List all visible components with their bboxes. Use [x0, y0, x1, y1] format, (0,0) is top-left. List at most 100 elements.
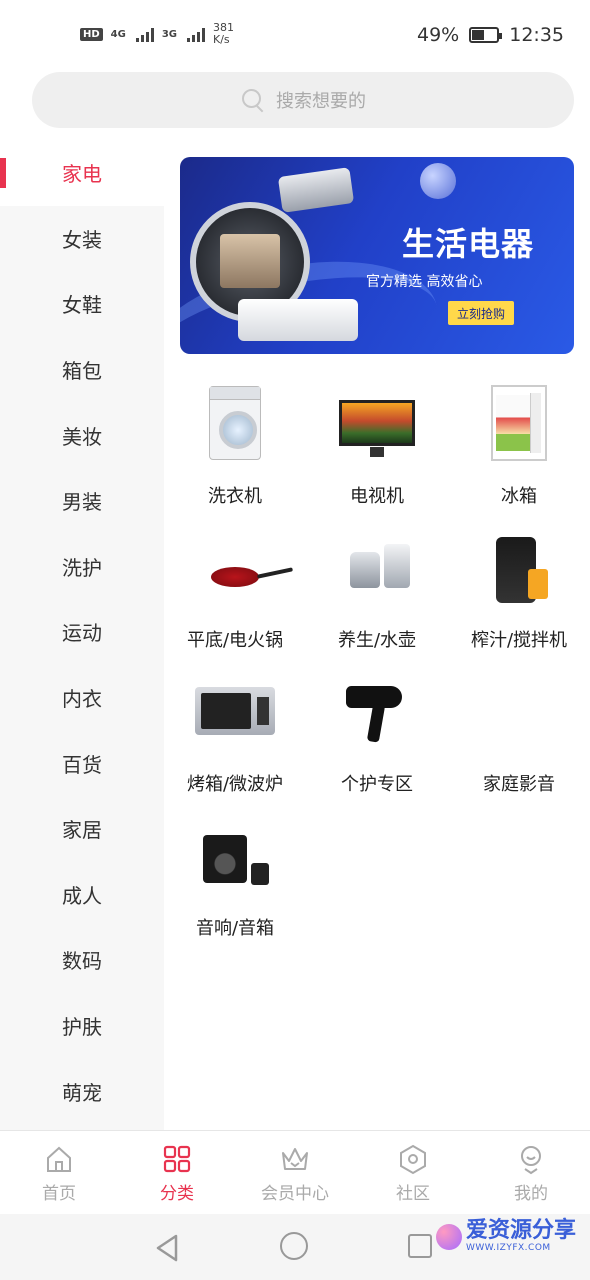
kettle-image [332, 522, 422, 612]
sidebar-item[interactable]: 数码 [0, 927, 164, 993]
watermark-logo [436, 1223, 462, 1250]
network-3g-label: 3G [161, 28, 178, 40]
banner-decoration [420, 163, 456, 199]
microwave-image [190, 666, 280, 756]
subcategory-item[interactable]: 冰箱 [448, 370, 590, 514]
system-navigation-bar: 爱资源分享 WWW.IZYFX.COM [0, 1214, 590, 1280]
subcategory-label: 冰箱 [501, 486, 537, 507]
search-placeholder: 搜索想要的 [276, 91, 366, 112]
sidebar-item[interactable]: 内衣 [0, 665, 164, 731]
network-4g-label: 4G [110, 28, 126, 40]
frying-pan-icon [211, 567, 259, 587]
subcategory-label: 榨汁/搅拌机 [470, 630, 568, 651]
microwave-icon [195, 687, 275, 735]
home-theater-image [474, 666, 564, 756]
juicer-icon [490, 527, 548, 607]
subcategory-item[interactable]: 洗衣机 [164, 370, 306, 514]
subcategory-item[interactable]: 烤箱/微波炉 [164, 658, 306, 802]
subcategory-label: 洗衣机 [208, 486, 262, 507]
tab-item[interactable]: 会员中心 [236, 1131, 354, 1214]
subcategory-item[interactable]: 电视机 [306, 370, 448, 514]
speaker-icon [195, 823, 275, 887]
sidebar-item[interactable]: 男装 [0, 468, 164, 534]
sidebar-item[interactable]: 美妆 [0, 402, 164, 468]
tab-item[interactable]: 我的 [472, 1131, 590, 1214]
network-speed-unit: K/s [213, 33, 230, 46]
subcategory-item[interactable]: 平底/电火锅 [164, 514, 306, 658]
signal-icon [135, 26, 154, 42]
grid-icon [163, 1145, 191, 1173]
sidebar-item[interactable]: 家电 [0, 140, 164, 206]
sidebar-item[interactable]: 成人 [0, 862, 164, 928]
sidebar-item[interactable]: 百货 [0, 730, 164, 796]
refrigerator-icon [491, 385, 547, 461]
tab-label: 会员中心 [261, 1184, 329, 1204]
tab-label: 分类 [160, 1184, 194, 1204]
watermark-cn: 爱资源分享 [466, 1218, 577, 1243]
recent-apps-icon[interactable] [408, 1234, 432, 1258]
juicer-image [474, 522, 564, 612]
subcategory-item[interactable]: 家庭影音 [448, 658, 590, 802]
clock: 12:35 [509, 24, 564, 46]
battery-fill [472, 30, 484, 40]
tab-label: 首页 [42, 1184, 76, 1204]
bottom-tab-bar: 首页 分类 会员中心 社区 我的 [0, 1130, 590, 1214]
signal-icon [187, 26, 206, 42]
banner-screen [220, 234, 280, 288]
subcategory-grid: 洗衣机 电视机 冰箱平底/电火锅 养生/水壶 榨汁/搅拌机烤箱/微波炉 个护专区 家庭影音音… [164, 370, 590, 946]
sidebar-item[interactable]: 箱包 [0, 337, 164, 403]
subcategory-label: 平底/电火锅 [186, 630, 284, 651]
kettle-icon [342, 538, 412, 596]
sidebar-item[interactable]: 运动 [0, 599, 164, 665]
sidebar-item[interactable]: 洗护 [0, 534, 164, 600]
promo-banner[interactable]: 生活电器 官方精选 高效省心 立刻抢购 [180, 157, 574, 354]
tab-item[interactable]: 首页 [0, 1131, 118, 1214]
search-input[interactable]: 搜索想要的 [32, 72, 574, 128]
subcategory-item[interactable]: 养生/水壶 [306, 514, 448, 658]
hair-dryer-image [332, 666, 422, 756]
hexagon-icon [400, 1144, 426, 1175]
sidebar-item[interactable]: 萌宠 [0, 1058, 164, 1124]
subcategory-label: 烤箱/微波炉 [186, 774, 284, 795]
hair-dryer-icon [346, 680, 408, 742]
banner-router-image [238, 299, 358, 341]
tab-label: 社区 [396, 1184, 430, 1204]
banner-projector-image [277, 167, 355, 213]
banner-subtitle: 官方精选 高效省心 [366, 274, 483, 290]
back-icon[interactable] [154, 1234, 180, 1262]
sidebar-item[interactable]: 家居 [0, 796, 164, 862]
television-image [332, 378, 422, 468]
sidebar-item[interactable]: 女装 [0, 206, 164, 272]
television-icon [339, 400, 415, 457]
subcategory-label: 音响/音箱 [195, 918, 275, 939]
subcategory-label: 家庭影音 [483, 774, 555, 795]
subcategory-item[interactable]: 个护专区 [306, 658, 448, 802]
subcategory-item[interactable]: 音响/音箱 [164, 802, 306, 946]
washing-machine-icon [209, 386, 261, 460]
tab-item[interactable]: 分类 [118, 1131, 236, 1214]
watermark: 爱资源分享 WWW.IZYFX.COM [436, 1220, 576, 1253]
speaker-image [190, 810, 280, 900]
search-icon [240, 87, 266, 113]
network-speed: 381 K/s [213, 22, 234, 46]
watermark-en: WWW.IZYFX.COM [466, 1243, 551, 1253]
battery-percent: 49% [417, 24, 460, 46]
banner-buy-button[interactable]: 立刻抢购 [448, 301, 514, 325]
home-nav-icon[interactable] [280, 1232, 308, 1260]
sidebar-item[interactable]: 护肤 [0, 993, 164, 1059]
battery-icon [469, 27, 503, 43]
tab-item[interactable]: 社区 [354, 1131, 472, 1214]
subcategory-item[interactable]: 榨汁/搅拌机 [448, 514, 590, 658]
refrigerator-image [474, 378, 564, 468]
hd-badge: HD [80, 27, 103, 41]
tab-label: 我的 [514, 1184, 548, 1204]
status-right: 49% 12:35 [417, 24, 564, 46]
watermark-text: 爱资源分享 WWW.IZYFX.COM [466, 1220, 576, 1253]
banner-title: 生活电器 [402, 225, 535, 263]
frying-pan-image [190, 522, 280, 612]
washing-machine-image [190, 378, 280, 468]
subcategory-label: 养生/水壶 [337, 630, 417, 651]
sidebar-item[interactable]: 女鞋 [0, 271, 164, 337]
home-icon [47, 1146, 71, 1172]
subcategory-label: 电视机 [350, 486, 404, 507]
